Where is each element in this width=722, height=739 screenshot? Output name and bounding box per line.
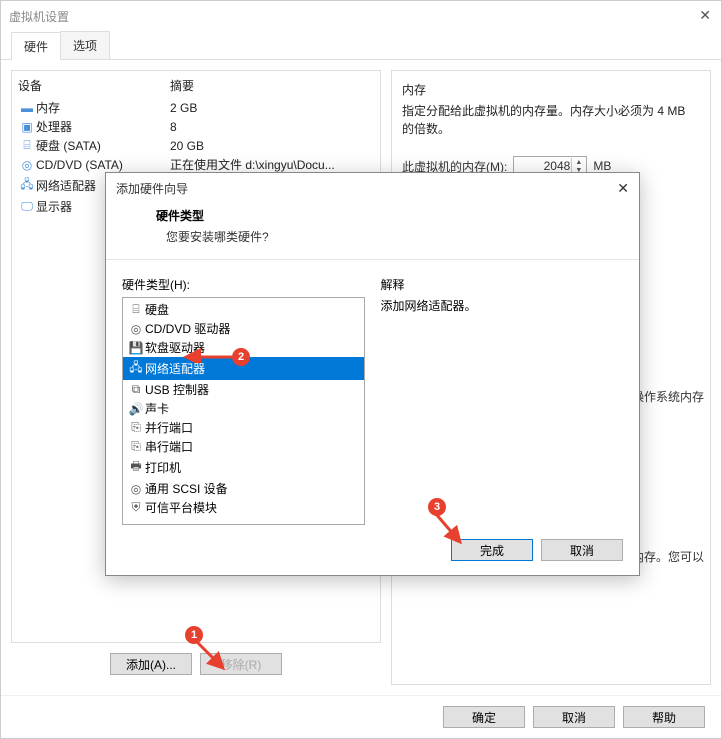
device-name: CD/DVD (SATA)	[36, 158, 170, 172]
hw-item-label: 打印机	[145, 459, 181, 476]
annotation-badge-1: 1	[185, 626, 203, 644]
device-list-header: 设备 摘要	[12, 75, 380, 98]
hw-item-label: 硬盘	[145, 301, 169, 318]
annotation-badge-3: 3	[428, 498, 446, 516]
hw-item-label: 声卡	[145, 400, 169, 417]
memory-group-title: 内存	[402, 81, 700, 98]
add-hardware-wizard: 添加硬件向导 ✕ 硬件类型 您要安装哪类硬件? 硬件类型(H): ⌸硬盘◎CD/…	[105, 172, 640, 576]
hw-item-icon: ⧉	[127, 382, 145, 397]
cancel-button[interactable]: 取消	[533, 706, 615, 728]
add-button[interactable]: 添加(A)...	[110, 653, 192, 675]
device-icon: 🖵	[18, 199, 36, 214]
explain-text: 添加网络适配器。	[381, 297, 624, 314]
list-item[interactable]: ◎CD/DVD 驱动器	[123, 319, 364, 338]
col-summary: 摘要	[170, 77, 194, 94]
dialog-titlebar: 添加硬件向导 ✕	[106, 173, 639, 203]
device-icon: 🖧	[18, 175, 36, 196]
device-name: 硬盘 (SATA)	[36, 137, 170, 154]
annotation-arrow-3	[430, 510, 470, 550]
dialog-cancel-button[interactable]: 取消	[541, 539, 623, 561]
hw-question: 您要安装哪类硬件?	[156, 224, 639, 255]
device-name: 处理器	[36, 118, 170, 135]
hw-listbox[interactable]: ⌸硬盘◎CD/DVD 驱动器💾软盘驱动器🖧网络适配器⧉USB 控制器🔊声卡⎘并行…	[122, 297, 365, 525]
dialog-buttons: 完成 取消	[106, 525, 639, 575]
annotation-arrow-2	[180, 343, 236, 363]
device-row[interactable]: ▬内存2 GB	[12, 98, 380, 117]
help-button[interactable]: 帮助	[623, 706, 705, 728]
hw-type-heading: 硬件类型	[156, 207, 639, 224]
list-item[interactable]: ⎘串行端口	[123, 437, 364, 456]
device-icon: ▣	[18, 120, 36, 134]
annotation-badge-2: 2	[232, 348, 250, 366]
tab-hardware[interactable]: 硬件	[11, 32, 61, 60]
device-row[interactable]: ▣处理器8	[12, 117, 380, 136]
hw-item-icon: 💾	[127, 341, 145, 355]
list-item[interactable]: ⌸硬盘	[123, 300, 364, 319]
side-note-1: 操作系统内存	[632, 388, 704, 405]
hw-item-icon: ⌸	[127, 302, 145, 317]
up-arrow-icon[interactable]: ▲	[571, 158, 585, 166]
hw-item-icon: ⛨	[127, 500, 145, 515]
device-name: 内存	[36, 99, 170, 116]
device-icon: ◎	[18, 158, 36, 172]
annotation-arrow-1	[193, 638, 233, 678]
list-item[interactable]: ⛨可信平台模块	[123, 498, 364, 517]
hw-item-icon: ◎	[127, 322, 145, 336]
list-item[interactable]: ⎘并行端口	[123, 418, 364, 437]
hw-item-icon: ⎘	[127, 420, 145, 435]
dialog-prompt: 硬件类型 您要安装哪类硬件?	[106, 203, 639, 260]
memory-desc: 指定分配给此虚拟机的内存量。内存大小必须为 4 MB 的倍数。	[402, 102, 700, 138]
hw-item-icon: 🖧	[127, 358, 145, 379]
hw-item-icon: ◎	[127, 482, 145, 496]
hw-item-label: CD/DVD 驱动器	[145, 320, 230, 337]
hw-item-label: 通用 SCSI 设备	[145, 480, 228, 497]
list-item[interactable]: 🔊声卡	[123, 399, 364, 418]
dialog-title: 添加硬件向导	[116, 180, 188, 197]
device-summary: 8	[170, 120, 374, 134]
ok-button[interactable]: 确定	[443, 706, 525, 728]
hw-item-icon: ⎘	[127, 439, 145, 454]
hw-item-label: USB 控制器	[145, 381, 209, 398]
titlebar: 虚拟机设置 ✕	[1, 1, 721, 31]
list-item[interactable]: 🖶打印机	[123, 456, 364, 479]
dialog-body: 硬件类型(H): ⌸硬盘◎CD/DVD 驱动器💾软盘驱动器🖧网络适配器⧉USB …	[106, 260, 639, 525]
device-icon: ⌸	[18, 138, 36, 153]
tabstrip: 硬件 选项	[1, 31, 721, 60]
hw-item-icon: 🔊	[127, 402, 145, 416]
device-summary: 2 GB	[170, 101, 374, 115]
bottom-buttons: 确定 取消 帮助	[1, 695, 721, 738]
window-title: 虚拟机设置	[9, 8, 69, 25]
list-item[interactable]: ◎通用 SCSI 设备	[123, 479, 364, 498]
device-row[interactable]: ⌸硬盘 (SATA)20 GB	[12, 136, 380, 155]
device-summary: 正在使用文件 d:\xingyu\Docu...	[170, 156, 374, 173]
hw-item-label: 并行端口	[145, 419, 193, 436]
memory-unit: MB	[593, 159, 611, 173]
dialog-left: 硬件类型(H): ⌸硬盘◎CD/DVD 驱动器💾软盘驱动器🖧网络适配器⧉USB …	[122, 276, 365, 525]
hw-item-label: 串行端口	[145, 438, 193, 455]
dialog-right: 解释 添加网络适配器。	[381, 276, 624, 525]
col-device: 设备	[18, 77, 170, 94]
device-icon: ▬	[18, 101, 36, 115]
dialog-close-icon[interactable]: ✕	[617, 180, 629, 197]
hw-item-label: 可信平台模块	[145, 499, 217, 516]
memory-value: 2048	[544, 159, 571, 173]
device-summary: 20 GB	[170, 139, 374, 153]
explain-label: 解释	[381, 276, 624, 293]
hw-list-label: 硬件类型(H):	[122, 276, 365, 293]
window-close-icon[interactable]: ✕	[699, 7, 711, 24]
tab-options[interactable]: 选项	[60, 31, 110, 59]
hw-item-icon: 🖶	[127, 457, 145, 478]
list-item[interactable]: ⧉USB 控制器	[123, 380, 364, 399]
